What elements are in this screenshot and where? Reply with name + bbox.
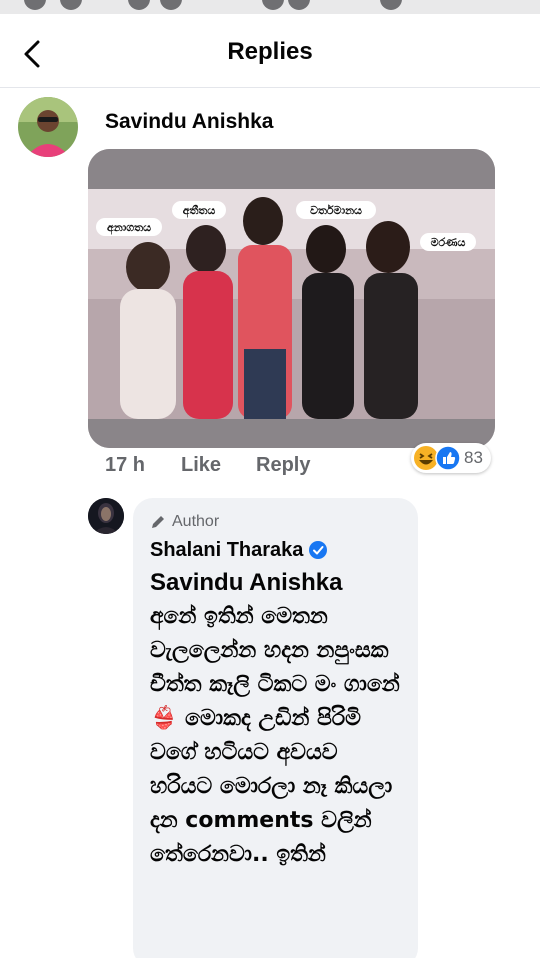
photo-label: අනාගතය [107, 221, 151, 235]
photo-label: අතීතය [183, 204, 216, 218]
reply-photo[interactable]: අනාගතය අතීතය වර්තමානය මරණය [88, 149, 495, 448]
photo-label: මරණය [431, 236, 466, 249]
author-name[interactable]: Shalani Tharaka [150, 539, 303, 562]
page-title: Replies [227, 38, 313, 65]
verified-badge-icon [309, 541, 328, 559]
reply-timestamp: 17 h [105, 454, 146, 476]
status-icon [380, 0, 402, 10]
reply-button[interactable]: Reply [256, 454, 310, 477]
photo-label: වර්තමානය [310, 203, 362, 217]
reply-author-name[interactable]: Savindu Anishka [105, 110, 273, 134]
pencil-icon [152, 516, 164, 528]
like-button[interactable]: Like [181, 454, 221, 477]
status-icon [128, 0, 150, 10]
status-icon [288, 0, 310, 10]
status-icon [262, 0, 284, 10]
reaction-summary[interactable]: 83 [411, 443, 491, 473]
comment-body: අනේ ඉතින් මෙතන වැලලෙන්න හදන නපුංසක චීත්ත… [150, 604, 400, 867]
status-icon [60, 0, 82, 10]
author-badge-label: Author [172, 513, 220, 530]
mention-tag[interactable]: Savindu Anishka [150, 566, 402, 599]
author-badge: Author [150, 512, 401, 532]
comment-text: Savindu Anishka අනේ ඉතින් මෙතන වැලලෙන්න … [150, 566, 402, 871]
avatar[interactable] [88, 498, 124, 534]
status-icon [24, 0, 46, 10]
status-bar [0, 0, 540, 14]
replies-header: Replies [0, 14, 540, 88]
avatar[interactable] [18, 97, 78, 157]
reaction-count: 83 [464, 448, 483, 467]
author-reply-bubble: Author Shalani Tharaka Savindu Anishka අ… [133, 498, 418, 958]
like-icon [435, 445, 461, 471]
status-icon [160, 0, 182, 10]
